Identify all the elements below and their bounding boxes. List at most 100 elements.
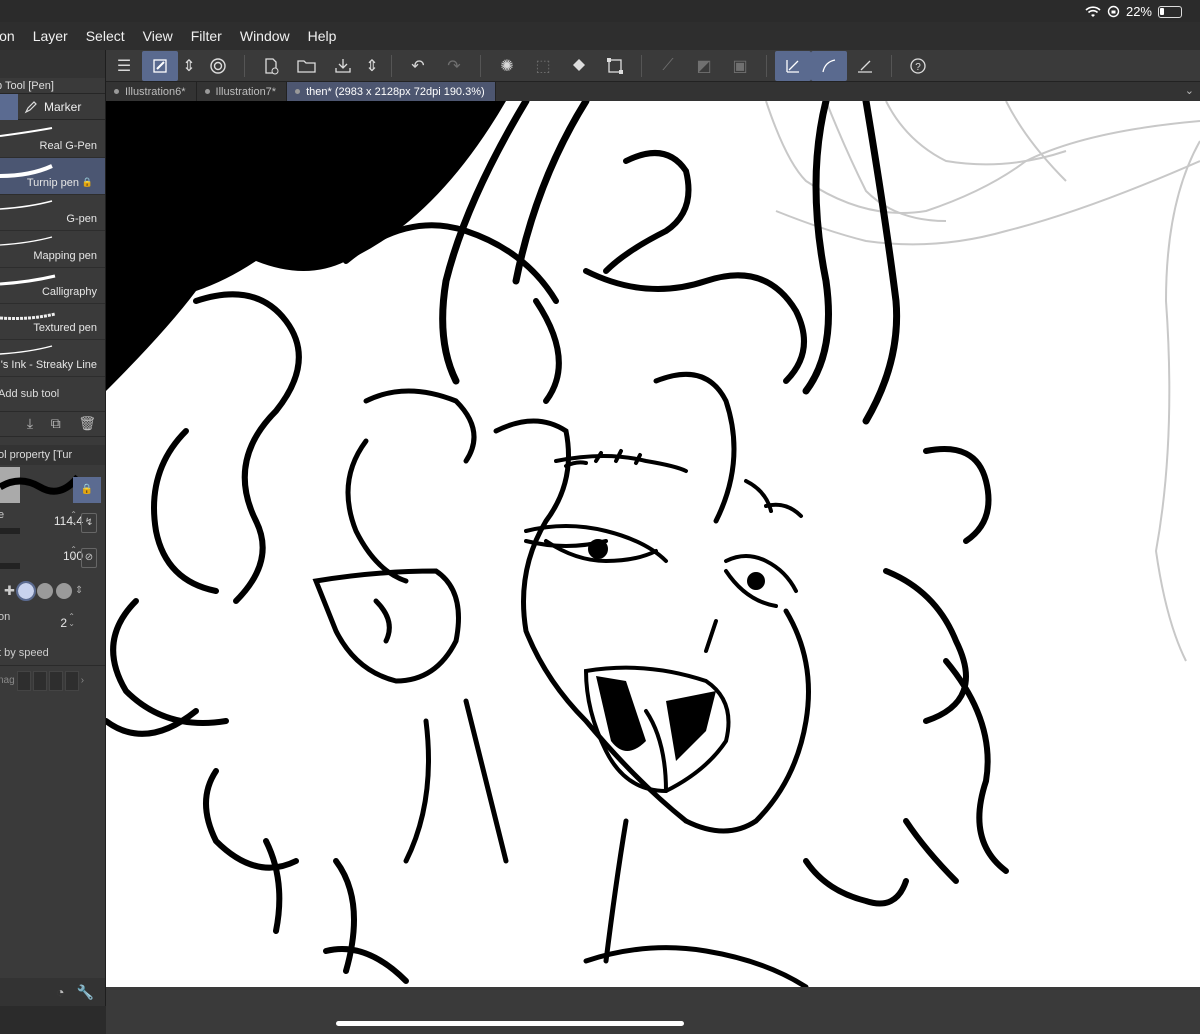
duplicate-icon[interactable]: ⧉ xyxy=(51,415,61,432)
brush-item[interactable]: 's Ink - Streaky Line xyxy=(0,340,105,377)
tab-label: then* (2983 x 2128px 72dpi 190.3%) xyxy=(306,85,485,98)
bottom-bar xyxy=(106,987,1200,1034)
stabilization-value[interactable]: 2 xyxy=(60,616,67,630)
command-bar: ☰ ⇕ ⇕ ↶ ↷ ✺ ⬚ ⟋ ◩ ▣ ? xyxy=(106,50,1200,82)
brush-item[interactable]: Calligraphy xyxy=(0,267,105,304)
wrench-icon[interactable]: 🔧 xyxy=(77,984,94,1001)
new-file-icon[interactable] xyxy=(253,51,289,81)
lock-icon[interactable]: 🔒 xyxy=(73,476,101,503)
magnification-row: nag › xyxy=(0,666,105,696)
menu-select[interactable]: Select xyxy=(77,28,134,44)
trash-icon[interactable]: 🗑 xyxy=(78,415,96,432)
brush-item[interactable]: Textured pen xyxy=(0,303,105,341)
brush-stroke-preview xyxy=(0,466,81,503)
tab-status-dot xyxy=(204,89,210,94)
spiral-icon[interactable] xyxy=(200,51,236,81)
open-folder-icon[interactable] xyxy=(289,51,325,81)
invert-selection-icon[interactable]: ◩ xyxy=(686,51,722,81)
spinner-icon[interactable]: ⌃ ⌄ xyxy=(68,612,75,627)
redo-icon[interactable]: ↷ xyxy=(436,51,472,81)
brush-name: Textured pen xyxy=(33,322,97,335)
brush-name: 's Ink - Streaky Line xyxy=(0,358,97,371)
import-icon[interactable]: ⤓ xyxy=(27,415,33,432)
opacity-slider[interactable] xyxy=(0,562,20,569)
tab-label: Illustration7* xyxy=(215,85,277,98)
brush-shape-option[interactable] xyxy=(36,582,53,599)
tool-property-title: ol property [Tur xyxy=(0,444,105,465)
hamburger-menu-icon[interactable]: ☰ xyxy=(106,51,142,81)
spinner-icon[interactable]: ⌃ ⌄ xyxy=(70,510,77,525)
brush-item[interactable]: G-pen xyxy=(0,194,105,232)
tab-then[interactable]: then* (2983 x 2128px 72dpi 190.3%) xyxy=(287,82,496,101)
fill-bucket-icon[interactable] xyxy=(561,51,597,81)
tab-marker[interactable]: Marker xyxy=(18,100,81,114)
chevron-down-icon[interactable]: ⌄ xyxy=(1185,84,1194,97)
brush-shape-row: ✚ ⇕ xyxy=(0,575,105,607)
undo-icon[interactable]: ↶ xyxy=(400,51,436,81)
toolbar-divider xyxy=(641,54,642,77)
selection-icon[interactable]: ⬚ xyxy=(525,51,561,81)
brush-settings-icon[interactable]: ◔ xyxy=(56,984,64,1000)
menu-layer[interactable]: Layer xyxy=(24,28,77,44)
brush-name: Turnip pen xyxy=(26,176,79,189)
updown-chevron-icon[interactable]: ⇕ xyxy=(178,51,200,81)
marker-icon xyxy=(24,100,37,113)
stabilization-row: on 2 ⌃⌄ xyxy=(0,607,105,642)
add-sub-tool-button[interactable]: Add sub tool xyxy=(0,377,105,411)
brush-item[interactable]: Real G-Pen xyxy=(0,122,105,159)
menu-window[interactable]: Window xyxy=(231,28,299,44)
mag-box[interactable] xyxy=(32,670,47,691)
brush-item[interactable]: Mapping pen xyxy=(0,231,105,268)
home-indicator[interactable] xyxy=(336,1021,684,1026)
sub-tool-group-tabs: Marker xyxy=(0,93,105,120)
pressure-toggle-icon[interactable]: ↯ xyxy=(81,512,97,533)
help-icon[interactable]: ? xyxy=(900,51,936,81)
toolbar-divider xyxy=(480,54,481,77)
brush-stroke-preview xyxy=(0,127,53,137)
brush-size-row: e 114.4 ⌃⌄ ↯ xyxy=(0,505,105,540)
move-icon[interactable]: ✚ xyxy=(4,583,15,599)
transform-icon[interactable] xyxy=(597,51,633,81)
brush-size-value[interactable]: 114.4 xyxy=(54,514,83,528)
menu-view[interactable]: View xyxy=(134,28,182,44)
brush-shape-option[interactable] xyxy=(55,582,72,599)
mag-box[interactable] xyxy=(48,670,63,691)
svg-text:?: ? xyxy=(915,62,921,73)
brush-size-slider[interactable] xyxy=(0,527,20,534)
pen-tool-icon[interactable] xyxy=(142,50,178,81)
drawing-canvas[interactable] xyxy=(106,101,1200,987)
brush-name: Real G-Pen xyxy=(39,140,97,153)
mag-box[interactable] xyxy=(16,670,31,691)
crop-icon[interactable]: ▣ xyxy=(722,51,758,81)
adjust-by-speed-label[interactable]: t by speed xyxy=(0,642,105,666)
save-icon[interactable] xyxy=(325,51,361,81)
status-bar: 22% xyxy=(0,0,1200,22)
brush-item-selected[interactable]: Turnip pen 🔒 xyxy=(0,158,105,195)
tab-illustration7[interactable]: Illustration7* xyxy=(197,82,288,101)
tab-pen[interactable] xyxy=(0,93,18,120)
updown-chevron-icon[interactable]: ⇕ xyxy=(75,585,83,596)
tab-illustration6[interactable]: Illustration6* xyxy=(106,82,197,101)
brush-shape-option[interactable] xyxy=(15,580,36,601)
snap-curve-icon[interactable] xyxy=(811,50,847,81)
menu-filter[interactable]: Filter xyxy=(182,28,231,44)
deselect-icon[interactable]: ⟋ xyxy=(650,51,686,81)
panel-header-space xyxy=(0,50,105,78)
spinner-icon[interactable]: ⌃ ⌄ xyxy=(70,545,77,560)
chevron-right-icon[interactable]: › xyxy=(81,675,84,686)
updown-chevron-icon[interactable]: ⇕ xyxy=(361,51,383,81)
brush-name: G-pen xyxy=(66,213,97,226)
brush-stroke-preview xyxy=(0,200,53,210)
tab-status-dot xyxy=(295,89,301,94)
opacity-row: 100 ⌃ ⌄ ⊘ xyxy=(0,540,105,575)
loading-spinner-icon[interactable]: ✺ xyxy=(489,51,525,81)
menu-help[interactable]: Help xyxy=(299,28,346,44)
opacity-toggle-icon[interactable]: ⊘ xyxy=(81,547,97,568)
menu-animation[interactable]: ion xyxy=(0,28,24,44)
snap-ruler-icon[interactable] xyxy=(775,50,811,81)
toolbar-divider xyxy=(891,54,892,77)
snap-grid-icon[interactable] xyxy=(847,51,883,81)
lock-icon: 🔒 xyxy=(81,176,93,187)
menu-bar: ion Layer Select View Filter Window Help xyxy=(0,22,1200,50)
mag-box[interactable] xyxy=(64,670,79,691)
